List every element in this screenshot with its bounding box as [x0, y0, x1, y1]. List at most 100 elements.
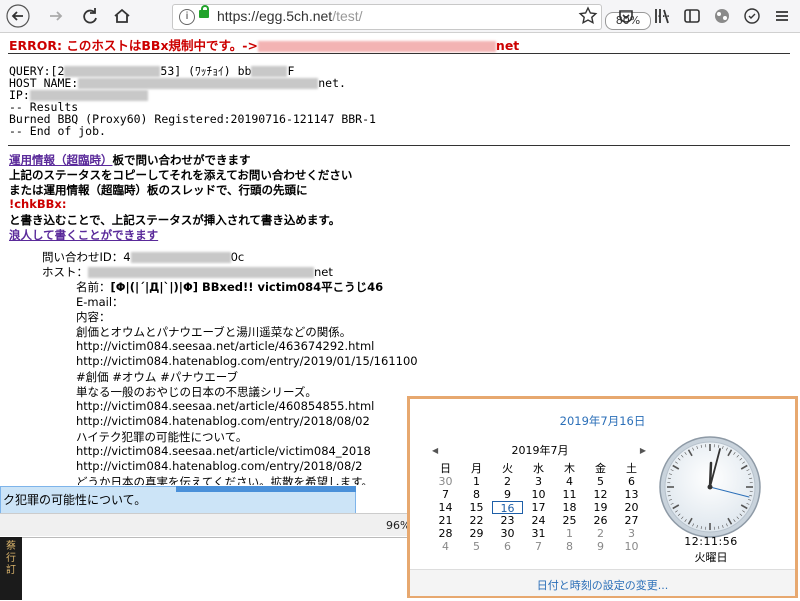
- calendar-day[interactable]: 23: [492, 514, 523, 527]
- calendar-day[interactable]: 6: [492, 540, 523, 553]
- weekday-header: 日: [430, 462, 461, 475]
- back-icon[interactable]: [6, 4, 30, 28]
- extension-icon[interactable]: [710, 4, 734, 28]
- sync-icon[interactable]: [740, 4, 764, 28]
- host-line: ホスト：net: [42, 264, 333, 280]
- hostname-tail: net.: [318, 76, 346, 90]
- calendar-day[interactable]: 4: [554, 475, 585, 488]
- calendar-day[interactable]: 7: [430, 488, 461, 501]
- calendar-grid: 日月火水木金土301234567891011121314151617181920…: [430, 462, 650, 553]
- calendar-day[interactable]: 9: [492, 488, 523, 501]
- menu-icon[interactable]: [770, 4, 794, 28]
- ops-info-link[interactable]: 運用情報（超臨時）: [9, 153, 113, 167]
- selection-highlight: [176, 486, 356, 492]
- taskbar-app-label: 蔡 行 訂: [0, 537, 22, 577]
- weekday-header: 火: [492, 462, 523, 475]
- calendar-day[interactable]: 26: [585, 514, 616, 527]
- calendar-day[interactable]: 8: [461, 488, 492, 501]
- url-path: /test/: [332, 8, 362, 24]
- analog-clock: [658, 435, 762, 539]
- bookmark-star-icon[interactable]: [576, 4, 600, 28]
- calendar-day[interactable]: 17: [523, 501, 554, 514]
- calendar-day[interactable]: 1: [461, 475, 492, 488]
- calendar-day[interactable]: 13: [616, 488, 647, 501]
- calendar-day[interactable]: 24: [523, 514, 554, 527]
- calendar-day[interactable]: 10: [616, 540, 647, 553]
- calendar-day[interactable]: 9: [585, 540, 616, 553]
- post-line: #創価 #オウム #パナウエーブ: [76, 369, 238, 385]
- host-tail: net: [314, 265, 333, 279]
- inquiry-id-label: 問い合わせID：4: [42, 250, 131, 264]
- calendar-day[interactable]: 3: [523, 475, 554, 488]
- info-line-1-rest: 板で問い合わせができます: [113, 153, 251, 167]
- error-line: ERROR: このホストはBBx規制中です。->net: [9, 35, 519, 54]
- redacted-block: [131, 252, 231, 263]
- calendar-day[interactable]: 5: [461, 540, 492, 553]
- info-line-3: または運用情報（超臨時）板のスレッドで、行頭の先頭に: [9, 182, 308, 198]
- info-icon[interactable]: i: [179, 9, 195, 25]
- calendar-day[interactable]: 2: [492, 475, 523, 488]
- end-of-job: -- End of job.: [9, 126, 106, 138]
- chk-command: !chkBBx:: [9, 197, 66, 211]
- calendar-day[interactable]: 18: [554, 501, 585, 514]
- datetime-settings-link[interactable]: 日付と時刻の設定の変更...: [410, 577, 795, 593]
- flyout-footer: 日付と時刻の設定の変更...: [410, 569, 795, 596]
- calendar-day[interactable]: 15: [461, 501, 492, 514]
- query-c: F: [287, 64, 294, 78]
- calendar-day[interactable]: 29: [461, 527, 492, 540]
- calendar-day[interactable]: 22: [461, 514, 492, 527]
- calendar-day[interactable]: 27: [616, 514, 647, 527]
- url-bar[interactable]: i https://egg.5ch.net/test/ 80% ···: [172, 4, 602, 30]
- calendar-day[interactable]: 5: [585, 475, 616, 488]
- calendar-day[interactable]: 30: [492, 527, 523, 540]
- calendar-day[interactable]: 4: [430, 540, 461, 553]
- calendar-day[interactable]: 10: [523, 488, 554, 501]
- next-month-icon[interactable]: ▶: [640, 443, 646, 459]
- weekday-header: 金: [585, 462, 616, 475]
- weekday-header: 月: [461, 462, 492, 475]
- prev-month-icon[interactable]: ◀: [432, 443, 438, 459]
- calendar: ◀ 2019年7月 ▶ 日月火水木金土301234567891011121314…: [430, 443, 650, 553]
- pocket-icon[interactable]: [614, 4, 638, 28]
- sidebar-icon[interactable]: [680, 4, 704, 28]
- calendar-day[interactable]: 7: [523, 540, 554, 553]
- flyout-date-header[interactable]: 2019年7月16日: [410, 413, 795, 429]
- reload-icon[interactable]: [78, 4, 102, 28]
- clock-flyout: 2019年7月16日 ◀ 2019年7月 ▶ 日月火水木金土3012345678…: [407, 396, 798, 598]
- calendar-day[interactable]: 8: [554, 540, 585, 553]
- url-host: https://egg.5ch.net: [217, 8, 332, 24]
- taskbar-app-icon[interactable]: 蔡 行 訂: [0, 537, 22, 600]
- redacted-block: [251, 66, 287, 77]
- calendar-day[interactable]: 12: [585, 488, 616, 501]
- forward-icon[interactable]: [44, 4, 68, 28]
- calendar-day[interactable]: 21: [430, 514, 461, 527]
- calendar-day[interactable]: 28: [430, 527, 461, 540]
- calendar-day[interactable]: 14: [430, 501, 461, 514]
- library-icon[interactable]: [650, 4, 674, 28]
- divider: [8, 53, 790, 54]
- name-line: 名前：[Φ|(|´|Д|`|)|Φ] BBxed!! victim084平こうじ…: [76, 279, 383, 295]
- calendar-day[interactable]: 2: [585, 527, 616, 540]
- calendar-day[interactable]: 30: [430, 475, 461, 488]
- home-icon[interactable]: [110, 4, 134, 28]
- post-link: http://victim084.hatenablog.com/entry/20…: [76, 354, 418, 368]
- calendar-day[interactable]: 3: [616, 527, 647, 540]
- calendar-day[interactable]: 1: [554, 527, 585, 540]
- calendar-header: ◀ 2019年7月 ▶: [430, 443, 650, 459]
- calendar-day[interactable]: 19: [585, 501, 616, 514]
- url-text[interactable]: https://egg.5ch.net/test/: [217, 8, 363, 24]
- calendar-day[interactable]: 11: [554, 488, 585, 501]
- calendar-day[interactable]: 31: [523, 527, 554, 540]
- calendar-day[interactable]: 20: [616, 501, 647, 514]
- name-value: [Φ|(|´|Д|`|)|Φ] BBxed!! victim084平こうじ46: [111, 280, 384, 294]
- info-line-1: 運用情報（超臨時）板で問い合わせができます: [9, 152, 251, 168]
- email-label: E-mail：: [76, 294, 124, 310]
- calendar-day[interactable]: 25: [554, 514, 585, 527]
- calendar-day[interactable]: 6: [616, 475, 647, 488]
- browser-toolbar: i https://egg.5ch.net/test/ 80% ···: [0, 0, 800, 33]
- post-link: http://victim084.hatenablog.com/entry/20…: [76, 459, 363, 473]
- lower-window-area: [22, 537, 412, 601]
- redacted-block: [78, 78, 318, 89]
- ronin-link[interactable]: 浪人して書くことができます: [9, 228, 158, 242]
- calendar-day-today[interactable]: 16: [492, 501, 523, 514]
